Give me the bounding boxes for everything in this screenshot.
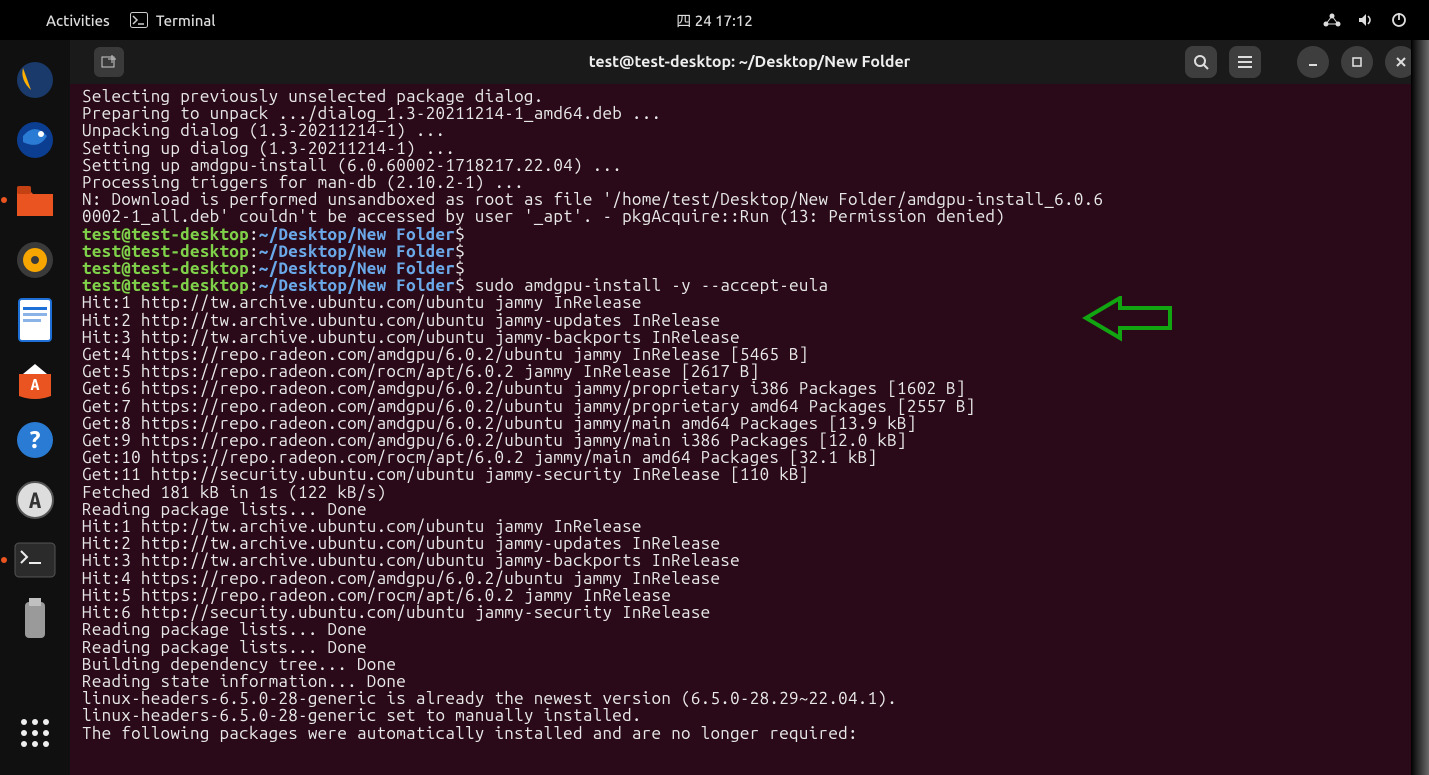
prompt-cwd: ~/Desktop/New Folder <box>259 276 455 295</box>
new-tab-button[interactable] <box>94 47 124 77</box>
search-button[interactable] <box>1185 46 1217 78</box>
activities-button[interactable]: Activities <box>46 12 110 29</box>
firefox-icon[interactable] <box>11 56 59 104</box>
current-app-indicator[interactable]: Terminal <box>130 12 216 29</box>
prompt-cwd: ~/Desktop/New Folder <box>259 242 455 261</box>
terminal-output-line: Hit:2 http://tw.archive.ubuntu.com/ubunt… <box>82 312 1429 329</box>
gnome-topbar: Activities Terminal 四 24 17:12 <box>0 0 1429 40</box>
terminal-output-line: Hit:1 http://tw.archive.ubuntu.com/ubunt… <box>82 518 1429 535</box>
terminal-output-line: linux-headers-6.5.0-28-generic is alread… <box>82 690 1429 707</box>
terminal-output-line: Building dependency tree... Done <box>82 656 1429 673</box>
help-icon[interactable]: ? <box>11 416 59 464</box>
monitor-bezel <box>1411 40 1429 775</box>
titlebar: test@test-desktop: ~/Desktop/New Folder <box>70 40 1429 84</box>
terminal-output-line: Get:4 https://repo.radeon.com/amdgpu/6.0… <box>82 346 1429 363</box>
terminal-output-line: Reading package lists... Done <box>82 501 1429 518</box>
window-title: test@test-desktop: ~/Desktop/New Folder <box>589 53 911 71</box>
terminal-output-line: Reading package lists... Done <box>82 621 1429 638</box>
terminal-output-line: Hit:4 https://repo.radeon.com/amdgpu/6.0… <box>82 570 1429 587</box>
terminal-output-line: Processing triggers for man-db (2.10.2-1… <box>82 174 1429 191</box>
updates-icon[interactable]: A <box>11 476 59 524</box>
terminal-output-line: Get:5 https://repo.radeon.com/rocm/apt/6… <box>82 363 1429 380</box>
terminal-output-line: Setting up amdgpu-install (6.0.60002-171… <box>82 157 1429 174</box>
terminal-output-line: Hit:5 https://repo.radeon.com/rocm/apt/6… <box>82 587 1429 604</box>
minimize-button[interactable] <box>1297 46 1329 78</box>
prompt-empty-line: test@test-desktop:~/Desktop/New Folder$ <box>82 226 1429 243</box>
prompt-userhost: test@test-desktop <box>82 259 249 278</box>
thunderbird-icon[interactable] <box>11 116 59 164</box>
terminal-window: test@test-desktop: ~/Desktop/New Folder <box>70 40 1429 775</box>
prompt-cwd: ~/Desktop/New Folder <box>259 259 455 278</box>
prompt-empty-line: test@test-desktop:~/Desktop/New Folder$ <box>82 260 1429 277</box>
terminal-output-line: Reading state information... Done <box>82 673 1429 690</box>
terminal-output-line: Get:8 https://repo.radeon.com/amdgpu/6.0… <box>82 415 1429 432</box>
volume-icon[interactable] <box>1357 12 1375 28</box>
terminal-output-line: Get:9 https://repo.radeon.com/amdgpu/6.0… <box>82 432 1429 449</box>
current-app-label: Terminal <box>156 12 216 29</box>
software-icon[interactable]: A <box>11 356 59 404</box>
svg-text:A: A <box>31 376 40 394</box>
terminal-output-line: Get:6 https://repo.radeon.com/amdgpu/6.0… <box>82 380 1429 397</box>
running-indicator <box>1 557 7 563</box>
maximize-button[interactable] <box>1341 46 1373 78</box>
terminal-output-line: Get:7 https://repo.radeon.com/amdgpu/6.0… <box>82 398 1429 415</box>
terminal-output-line: Hit:3 http://tw.archive.ubuntu.com/ubunt… <box>82 329 1429 346</box>
writer-icon[interactable] <box>11 296 59 344</box>
rhythmbox-icon[interactable] <box>11 236 59 284</box>
terminal-output-line: Hit:3 http://tw.archive.ubuntu.com/ubunt… <box>82 552 1429 569</box>
terminal-output-line: Unpacking dialog (1.3-20211214-1) ... <box>82 122 1429 139</box>
files-icon[interactable] <box>11 176 59 224</box>
terminal-output-line: linux-headers-6.5.0-28-generic set to ma… <box>82 707 1429 724</box>
clock[interactable]: 四 24 17:12 <box>676 10 752 31</box>
terminal-output-line: Setting up dialog (1.3-20211214-1) ... <box>82 140 1429 157</box>
prompt-userhost: test@test-desktop <box>82 276 249 295</box>
prompt-empty-line: test@test-desktop:~/Desktop/New Folder$ <box>82 243 1429 260</box>
terminal-body[interactable]: Selecting previously unselected package … <box>70 84 1429 775</box>
terminal-output-line: 0002-1_all.deb' couldn't be accessed by … <box>82 208 1429 225</box>
usb-icon[interactable] <box>11 596 59 644</box>
search-icon <box>1193 54 1209 70</box>
prompt-cwd: ~/Desktop/New Folder <box>259 225 455 244</box>
terminal-launcher-icon[interactable] <box>11 536 59 584</box>
prompt-userhost: test@test-desktop <box>82 242 249 261</box>
svg-text:?: ? <box>28 426 41 453</box>
terminal-output-line: Get:11 http://security.ubuntu.com/ubuntu… <box>82 466 1429 483</box>
power-icon[interactable] <box>1391 12 1407 28</box>
terminal-output-line: Hit:2 http://tw.archive.ubuntu.com/ubunt… <box>82 535 1429 552</box>
prompt-command-line: test@test-desktop:~/Desktop/New Folder$ … <box>82 277 1429 294</box>
typed-command: sudo amdgpu-install -y --accept-eula <box>475 276 829 295</box>
terminal-output-line: Hit:6 http://security.ubuntu.com/ubuntu … <box>82 604 1429 621</box>
close-icon <box>1394 55 1408 69</box>
menu-button[interactable] <box>1229 46 1261 78</box>
svg-text:A: A <box>29 488 42 513</box>
dock: A ? A <box>0 40 70 775</box>
terminal-output-line: Get:10 https://repo.radeon.com/rocm/apt/… <box>82 449 1429 466</box>
terminal-output-line: Preparing to unpack .../dialog_1.3-20211… <box>82 105 1429 122</box>
terminal-output-line: Hit:1 http://tw.archive.ubuntu.com/ubunt… <box>82 294 1429 311</box>
show-apps-icon[interactable] <box>11 709 59 757</box>
terminal-output-line: Selecting previously unselected package … <box>82 88 1429 105</box>
hamburger-icon <box>1237 55 1253 69</box>
terminal-output-line: Fetched 181 kB in 1s (122 kB/s) <box>82 484 1429 501</box>
terminal-output-line: Reading package lists... Done <box>82 639 1429 656</box>
running-indicator <box>1 197 7 203</box>
terminal-icon <box>130 12 148 28</box>
prompt-userhost: test@test-desktop <box>82 225 249 244</box>
network-icon[interactable] <box>1323 12 1341 28</box>
terminal-output-line: N: Download is performed unsandboxed as … <box>82 191 1429 208</box>
terminal-output-line: The following packages were automaticall… <box>82 725 1429 742</box>
